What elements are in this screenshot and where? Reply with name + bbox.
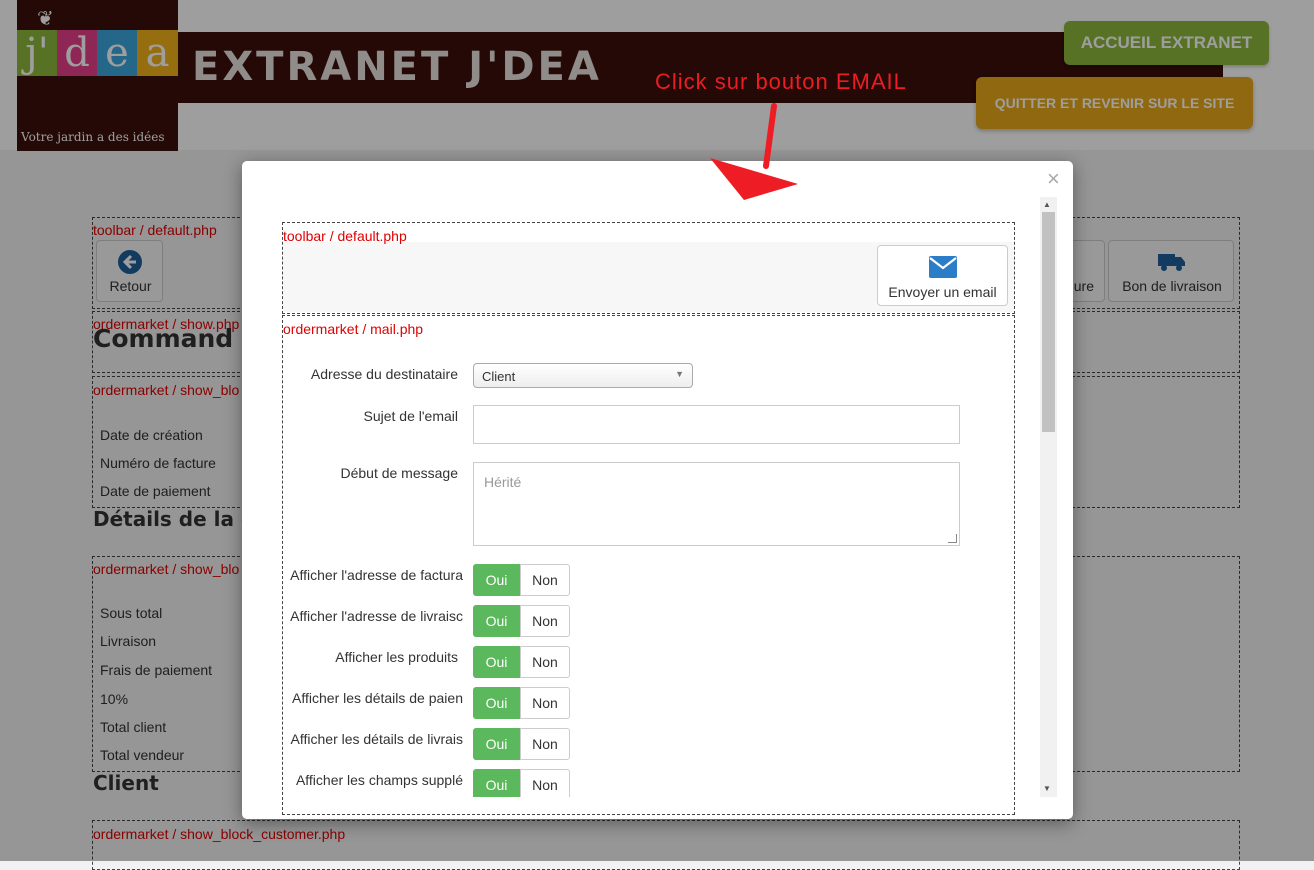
scroll-up-icon[interactable]: ▲: [1043, 200, 1051, 209]
toggle-label: Afficher l'adresse de factura: [290, 567, 463, 583]
toggle-oui[interactable]: Oui: [473, 605, 520, 637]
resize-handle-icon[interactable]: [948, 534, 957, 543]
subject-label: Sujet de l'email: [363, 408, 459, 424]
envelope-icon: [929, 256, 957, 278]
toggle-non[interactable]: Non: [520, 687, 570, 719]
template-label: ordermarket / mail.php: [283, 321, 424, 337]
toggle-label: Afficher les produits: [335, 649, 458, 665]
toggle-details-livraison[interactable]: Oui Non: [473, 728, 570, 760]
template-label: toolbar / default.php: [283, 228, 407, 244]
send-email-label: Envoyer un email: [888, 284, 997, 300]
toggle-non[interactable]: Non: [520, 646, 570, 678]
message-textarea[interactable]: Hérité: [473, 462, 960, 546]
toggle-oui[interactable]: Oui: [473, 728, 520, 760]
message-placeholder: Hérité: [484, 474, 522, 490]
recipient-value: Client: [482, 369, 516, 384]
toggle-label: Afficher les champs supplé: [295, 772, 463, 788]
toggle-non[interactable]: Non: [520, 605, 570, 637]
toggle-adresse-livraison[interactable]: Oui Non: [473, 605, 570, 637]
toggle-label: Afficher l'adresse de livraisc: [290, 608, 463, 624]
scroll-down-icon[interactable]: ▼: [1043, 784, 1051, 793]
toggle-adresse-facturation[interactable]: Oui Non: [473, 564, 570, 596]
toggle-produits[interactable]: Oui Non: [473, 646, 570, 678]
message-label: Début de message: [340, 465, 458, 481]
toggle-oui[interactable]: Oui: [473, 564, 520, 596]
toggle-details-paiement[interactable]: Oui Non: [473, 687, 570, 719]
scrollbar-thumb[interactable]: [1042, 212, 1055, 432]
toggle-oui[interactable]: Oui: [473, 687, 520, 719]
toggle-oui[interactable]: Oui: [473, 646, 520, 678]
subject-input[interactable]: [473, 405, 960, 444]
annotation-text: Click sur bouton EMAIL: [655, 69, 907, 94]
toggle-label: Afficher les détails de livrais: [290, 731, 463, 747]
toggle-champs-supplementaires[interactable]: Oui Non: [473, 769, 570, 797]
annotation-arrow-icon: [710, 103, 798, 200]
close-icon[interactable]: ×: [1047, 168, 1060, 190]
recipient-label: Adresse du destinataire: [310, 366, 458, 382]
toggle-non[interactable]: Non: [520, 769, 570, 797]
toggle-label: Afficher les détails de paien: [292, 690, 463, 706]
toggle-non[interactable]: Non: [520, 564, 570, 596]
toggle-oui[interactable]: Oui: [473, 769, 520, 797]
send-email-button[interactable]: Envoyer un email: [877, 245, 1008, 306]
recipient-select[interactable]: Client ▼: [473, 363, 693, 388]
caret-down-icon: ▼: [675, 369, 684, 379]
toggle-non[interactable]: Non: [520, 728, 570, 760]
